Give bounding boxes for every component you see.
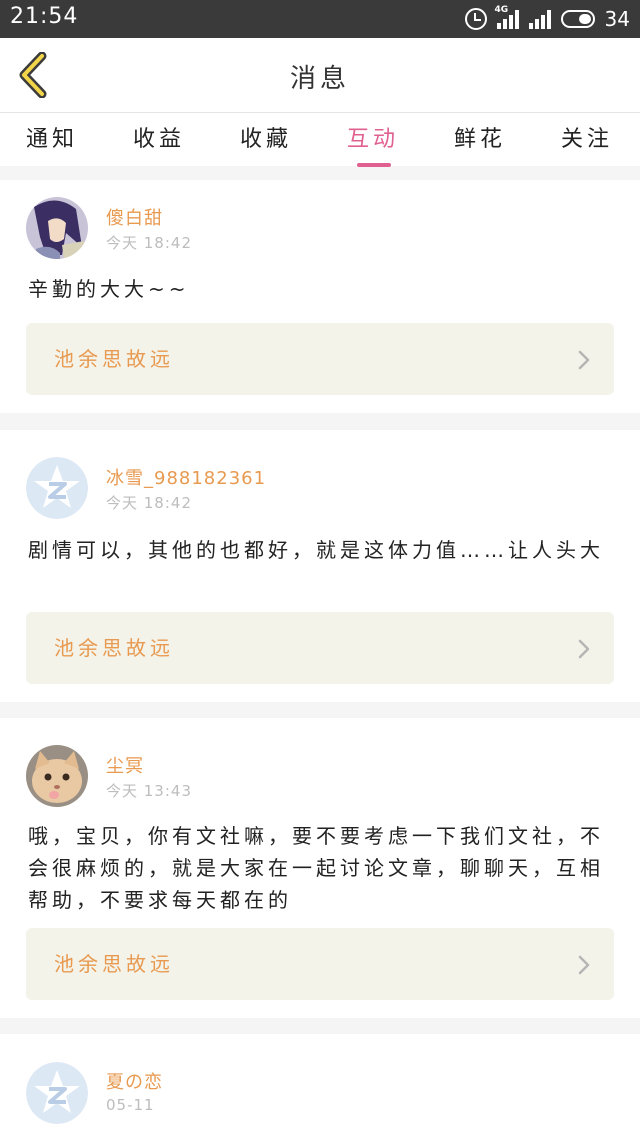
chevron-right-icon [578,350,590,370]
cat-avatar-icon [26,745,88,807]
message-card: 尘冥 今天 13:43 哦，宝贝，你有文社嘛，要不要考虑一下我们文社，不会很麻烦… [0,718,640,1018]
battery-icon [560,10,595,28]
referenced-work-title: 池余思故远 [54,347,174,371]
battery-level: 34 [604,7,630,31]
referenced-work-link[interactable]: 池余思故远 [26,323,614,395]
anime-avatar-icon [26,197,88,259]
tab-earnings[interactable]: 收益 [109,121,209,153]
status-time: 21:54 [10,4,79,29]
referenced-work-title: 池余思故远 [54,952,174,976]
referenced-work-title: 池余思故远 [54,636,174,660]
username[interactable]: 傻白甜 [106,204,163,230]
tab-favorites[interactable]: 收藏 [216,121,316,153]
page-title: 消息 [289,64,350,94]
cell-signal-icon: 4G [495,5,519,29]
tab-following[interactable]: 关注 [537,121,637,153]
avatar[interactable] [26,745,88,807]
tab-bar: 通知 收益 收藏 互动 鲜花 关注 [0,113,640,167]
tab-flowers[interactable]: 鲜花 [430,121,530,153]
avatar[interactable] [26,1062,88,1124]
username[interactable]: 冰雪_988182361 [106,464,266,490]
timestamp: 05-11 [106,1096,155,1114]
timestamp: 今天 18:42 [106,494,192,512]
referenced-work-link[interactable]: 池余思故远 [26,612,614,684]
avatar[interactable] [26,457,88,519]
message-text: 剧情可以，其他的也都好，就是这体力值……让人头大 [28,538,604,562]
cell-signal-2-icon [528,9,551,29]
avatar[interactable] [26,197,88,259]
header-bar: 消息 [0,38,640,113]
username[interactable]: 夏の恋 [106,1068,163,1094]
message-card: 夏の恋 05-11 [0,1034,640,1138]
message-text: 哦，宝贝，你有文社嘛，要不要考虑一下我们文社，不会很麻烦的，就是大家在一起讨论文… [28,824,604,912]
message-card: 冰雪_988182361 今天 18:42 剧情可以，其他的也都好，就是这体力值… [0,430,640,702]
default-q-avatar-icon [26,1062,88,1124]
username[interactable]: 尘冥 [106,752,144,778]
alarm-icon [464,8,487,30]
network-type: 4G [494,5,509,15]
referenced-work-link[interactable]: 池余思故远 [26,928,614,1000]
message-text: 辛勤的大大~~ [28,277,190,301]
tab-notifications[interactable]: 通知 [2,121,102,153]
status-bar: 21:54 4G 34 [0,0,640,38]
timestamp: 今天 13:43 [106,782,192,800]
default-q-avatar-icon [26,457,88,519]
message-card: 傻白甜 今天 18:42 辛勤的大大~~ 池余思故远 [0,180,640,413]
chevron-right-icon [578,639,590,659]
timestamp: 今天 18:42 [106,234,192,252]
tab-interactions[interactable]: 互动 [323,121,423,167]
chevron-right-icon [578,955,590,975]
